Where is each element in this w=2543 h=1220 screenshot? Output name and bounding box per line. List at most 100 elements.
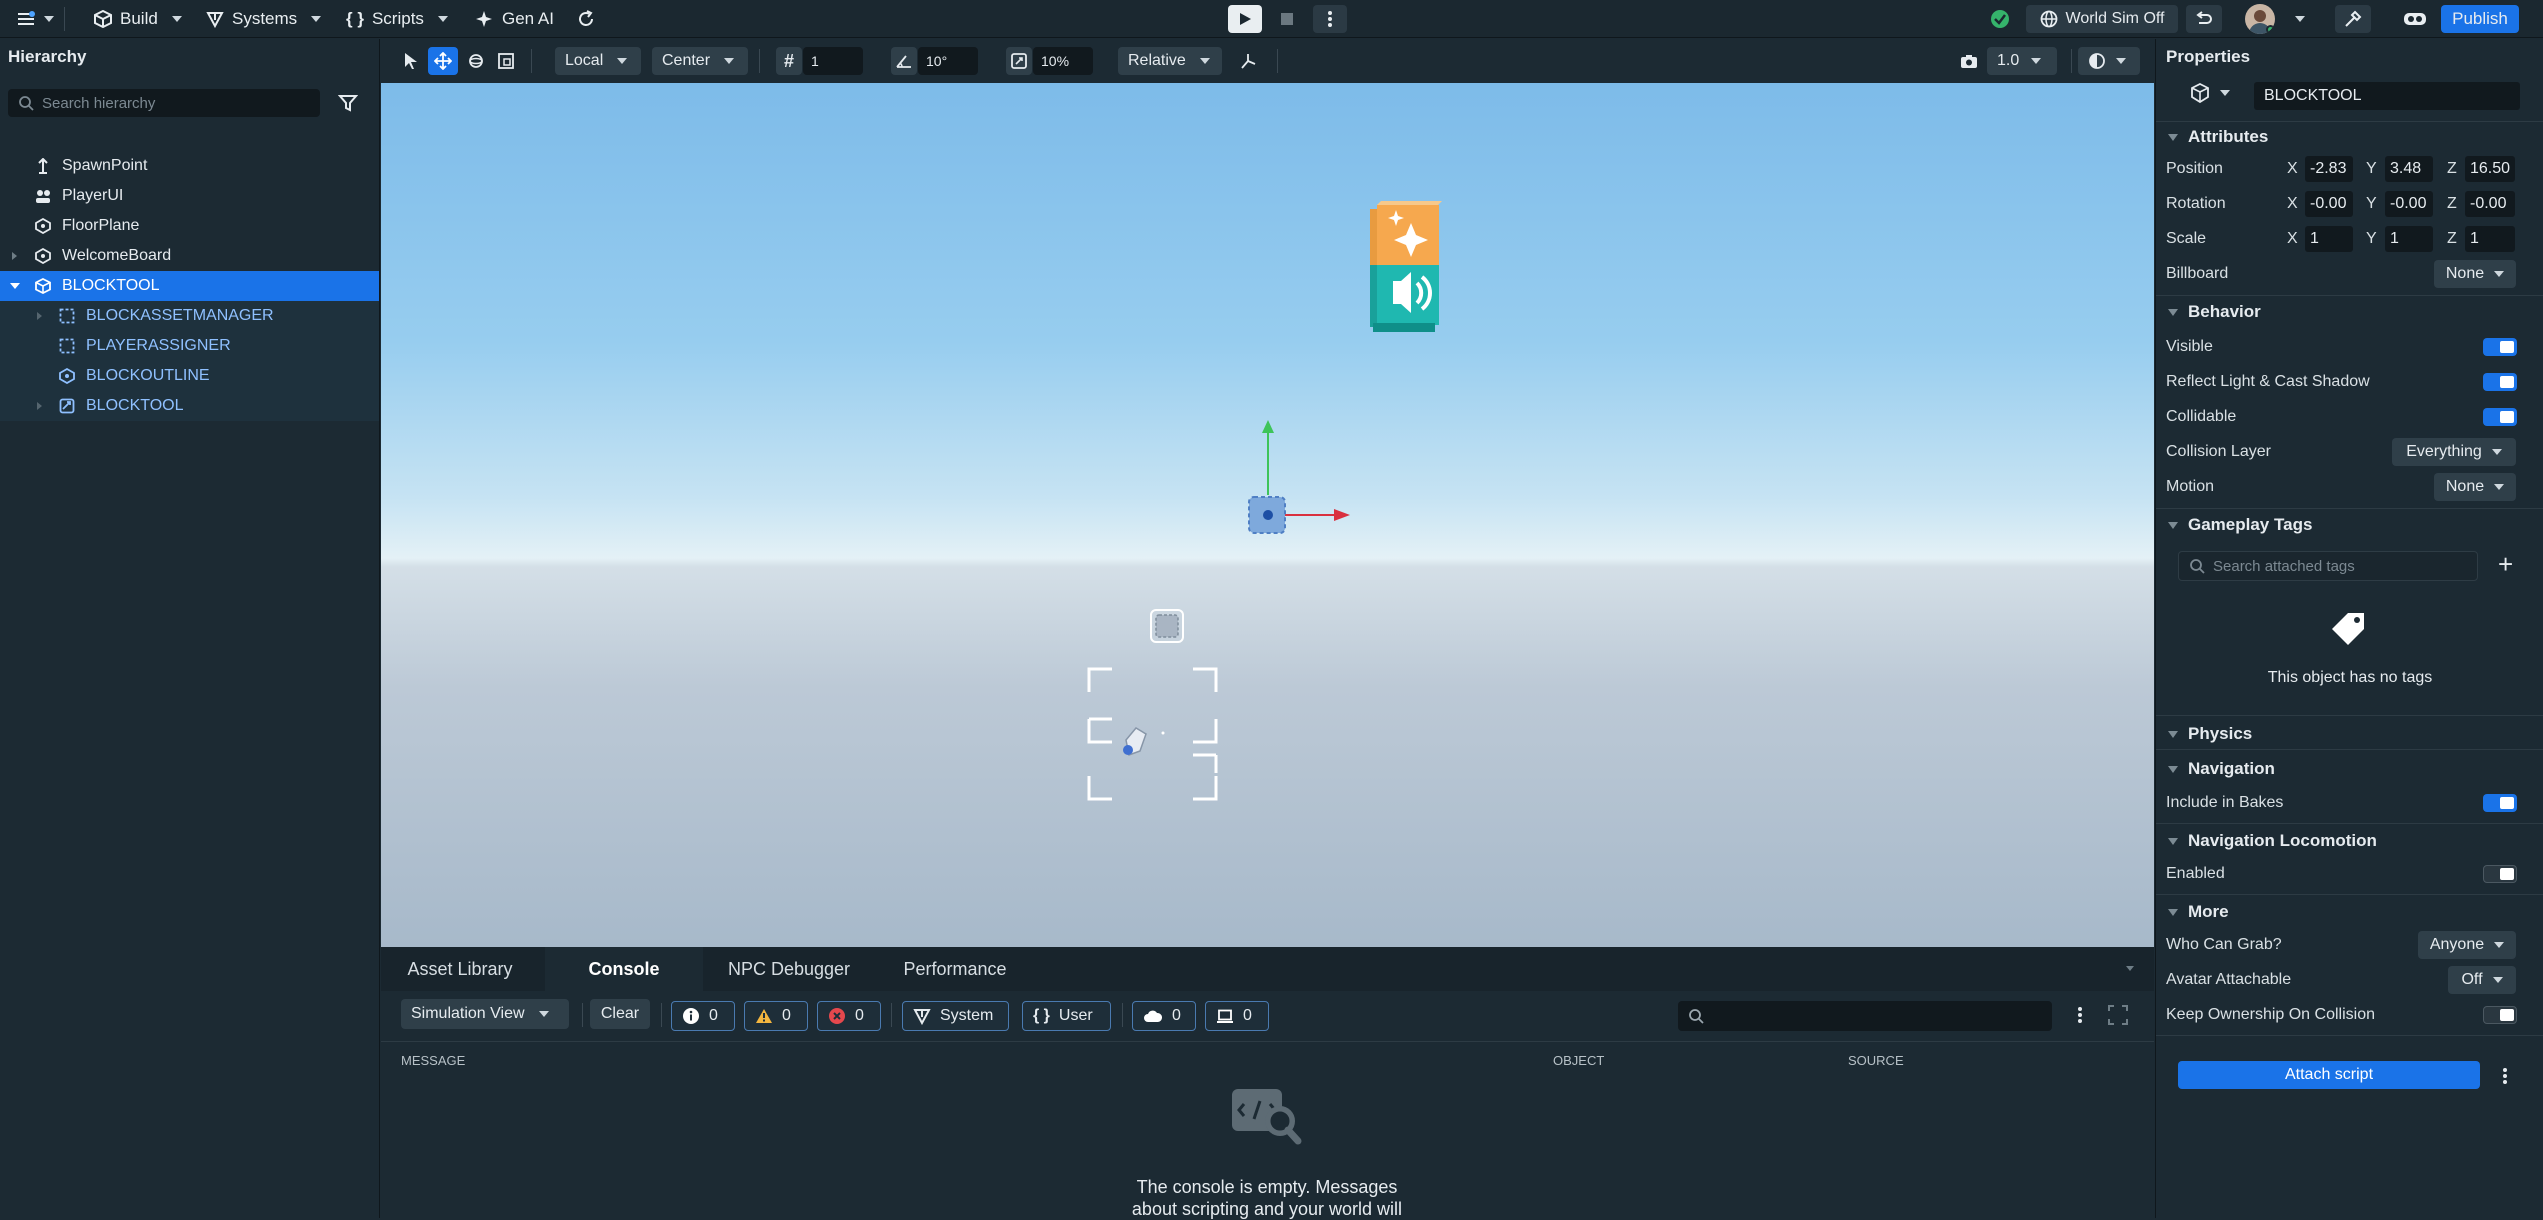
world-sim-toggle[interactable]: World Sim Off [2026, 5, 2178, 33]
block-outline-object[interactable] [1150, 609, 1184, 643]
play-options-button[interactable] [1313, 5, 1347, 33]
position-x-input[interactable]: -2.83 [2305, 156, 2353, 182]
grid-snap-toggle[interactable]: # [776, 47, 802, 75]
info-filter-button[interactable]: 0 [671, 1001, 735, 1031]
rotation-snap-input[interactable]: 10° [918, 47, 978, 75]
collidable-toggle[interactable] [2483, 408, 2517, 426]
section-more[interactable]: More [2168, 902, 2229, 922]
section-navigation[interactable]: Navigation [2168, 759, 2275, 779]
scene-viewport[interactable] [381, 83, 2154, 947]
section-attributes[interactable]: Attributes [2168, 127, 2268, 147]
object-type-button[interactable] [2190, 83, 2230, 103]
scale-z-input[interactable]: 1 [2465, 226, 2515, 252]
filter-button[interactable] [338, 93, 358, 113]
section-behavior[interactable]: Behavior [2168, 302, 2261, 322]
enabled-toggle[interactable] [2483, 865, 2517, 883]
build-menu[interactable]: Build [94, 0, 182, 38]
console-search-input[interactable] [1678, 1001, 2052, 1031]
user-filter-button[interactable]: { } User [1022, 1001, 1111, 1031]
simulation-view-dropdown[interactable]: Simulation View [401, 999, 569, 1029]
scale-snap-input[interactable]: 10% [1033, 47, 1093, 75]
render-mode-dropdown[interactable] [2078, 47, 2140, 75]
hierarchy-item-welcomeboard[interactable]: WelcomeBoard [0, 241, 379, 271]
camera-button[interactable] [1955, 47, 1983, 75]
tool-button[interactable] [2335, 5, 2371, 33]
tab-console[interactable]: Console [545, 947, 703, 991]
hierarchy-item-playerassigner[interactable]: PLAYERASSIGNER [0, 331, 379, 361]
systems-menu[interactable]: Systems [206, 0, 322, 38]
system-filter-button[interactable]: System [902, 1001, 1009, 1031]
billboard-dropdown[interactable]: None [2434, 260, 2516, 288]
visible-toggle[interactable] [2483, 338, 2517, 356]
pivot-dropdown[interactable]: Center [652, 47, 748, 75]
position-z-input[interactable]: 16.50 [2465, 156, 2515, 182]
avatar-attachable-dropdown[interactable]: Off [2448, 966, 2516, 994]
camera-speed-dropdown[interactable]: 1.0 [1987, 47, 2057, 75]
grid-snap-input[interactable]: 1 [803, 47, 863, 75]
hierarchy-item-blocktool-child[interactable]: BLOCKTOOL [0, 391, 379, 421]
scale-snap-toggle[interactable] [1006, 47, 1032, 75]
hierarchy-item-blockoutline[interactable]: BLOCKOUTLINE [0, 361, 379, 391]
section-physics[interactable]: Physics [2168, 724, 2252, 744]
play-button[interactable] [1228, 5, 1262, 33]
error-filter-button[interactable]: 0 [817, 1001, 881, 1031]
rotate-tool-button[interactable] [462, 47, 490, 75]
hierarchy-search-input[interactable]: Search hierarchy [8, 89, 320, 117]
scale-tool-button[interactable] [492, 47, 520, 75]
collapse-panel-icon[interactable] [2126, 966, 2134, 971]
hierarchy-item-playerui[interactable]: PlayerUI [0, 181, 379, 211]
undo-button[interactable] [2186, 5, 2222, 33]
section-navigation-locomotion[interactable]: Navigation Locomotion [2168, 831, 2377, 851]
scale-y-input[interactable]: 1 [2385, 226, 2433, 252]
select-tool-button[interactable] [397, 47, 425, 75]
hierarchy-item-floorplane[interactable]: FloorPlane [0, 211, 379, 241]
expand-arrow-icon[interactable] [37, 312, 42, 320]
space-dropdown[interactable]: Local [555, 47, 641, 75]
position-y-input[interactable]: 3.48 [2385, 156, 2433, 182]
scripts-menu[interactable]: { } Scripts [346, 0, 448, 38]
attach-script-options-button[interactable] [2502, 1067, 2508, 1085]
hierarchy-item-spawnpoint[interactable]: SpawnPoint [0, 151, 379, 181]
hierarchy-item-blocktool[interactable]: BLOCKTOOL [0, 271, 379, 301]
expand-arrow-icon[interactable] [37, 402, 42, 410]
keep-ownership-toggle[interactable] [2483, 1006, 2517, 1024]
snap-mode-dropdown[interactable]: Relative [1118, 47, 1222, 75]
reflect-light-toggle[interactable] [2483, 373, 2517, 391]
collision-layer-dropdown[interactable]: Everything [2392, 438, 2516, 466]
console-options-button[interactable] [2077, 1006, 2083, 1024]
stop-button[interactable] [1270, 5, 1304, 33]
who-can-grab-dropdown[interactable]: Anyone [2418, 931, 2516, 959]
warning-filter-button[interactable]: 0 [744, 1001, 808, 1031]
add-tag-button[interactable]: + [2498, 549, 2513, 579]
hierarchy-item-blockassetmanager[interactable]: BLOCKASSETMANAGER [0, 301, 379, 331]
surface-snap-button[interactable] [1234, 47, 1262, 75]
genai-button[interactable]: Gen AI [474, 0, 554, 38]
clear-button[interactable]: Clear [590, 999, 650, 1029]
expand-arrow-icon[interactable] [12, 252, 17, 260]
rotation-snap-toggle[interactable] [891, 47, 917, 75]
rotation-y-input[interactable]: -0.00 [2385, 191, 2433, 217]
avatar[interactable] [2245, 4, 2275, 34]
vr-preview-button[interactable] [2398, 5, 2432, 33]
spawn-point-frame[interactable] [1087, 667, 1218, 801]
tab-performance[interactable]: Performance [875, 947, 1035, 991]
welcome-board-object[interactable] [1370, 201, 1442, 332]
rotation-z-input[interactable]: -0.00 [2465, 191, 2515, 217]
refresh-button[interactable] [576, 0, 596, 38]
client-filter-button[interactable]: 0 [1205, 1001, 1269, 1031]
tags-search-input[interactable]: Search attached tags [2178, 551, 2478, 581]
include-bakes-toggle[interactable] [2483, 794, 2517, 812]
account-chevron-icon[interactable] [2295, 16, 2305, 22]
selected-blocktool-gizmo[interactable] [1248, 420, 1350, 534]
tab-asset-library[interactable]: Asset Library [381, 947, 539, 991]
tab-npc-debugger[interactable]: NPC Debugger [703, 947, 875, 991]
main-menu-button[interactable] [16, 0, 54, 38]
server-filter-button[interactable]: 0 [1132, 1001, 1196, 1031]
expand-console-button[interactable] [2108, 1005, 2128, 1025]
motion-dropdown[interactable]: None [2434, 473, 2516, 501]
section-gameplay-tags[interactable]: Gameplay Tags [2168, 515, 2312, 535]
collapse-arrow-icon[interactable] [10, 283, 20, 289]
attach-script-button[interactable]: Attach script [2178, 1061, 2480, 1089]
rotation-x-input[interactable]: -0.00 [2305, 191, 2353, 217]
scale-x-input[interactable]: 1 [2305, 226, 2353, 252]
